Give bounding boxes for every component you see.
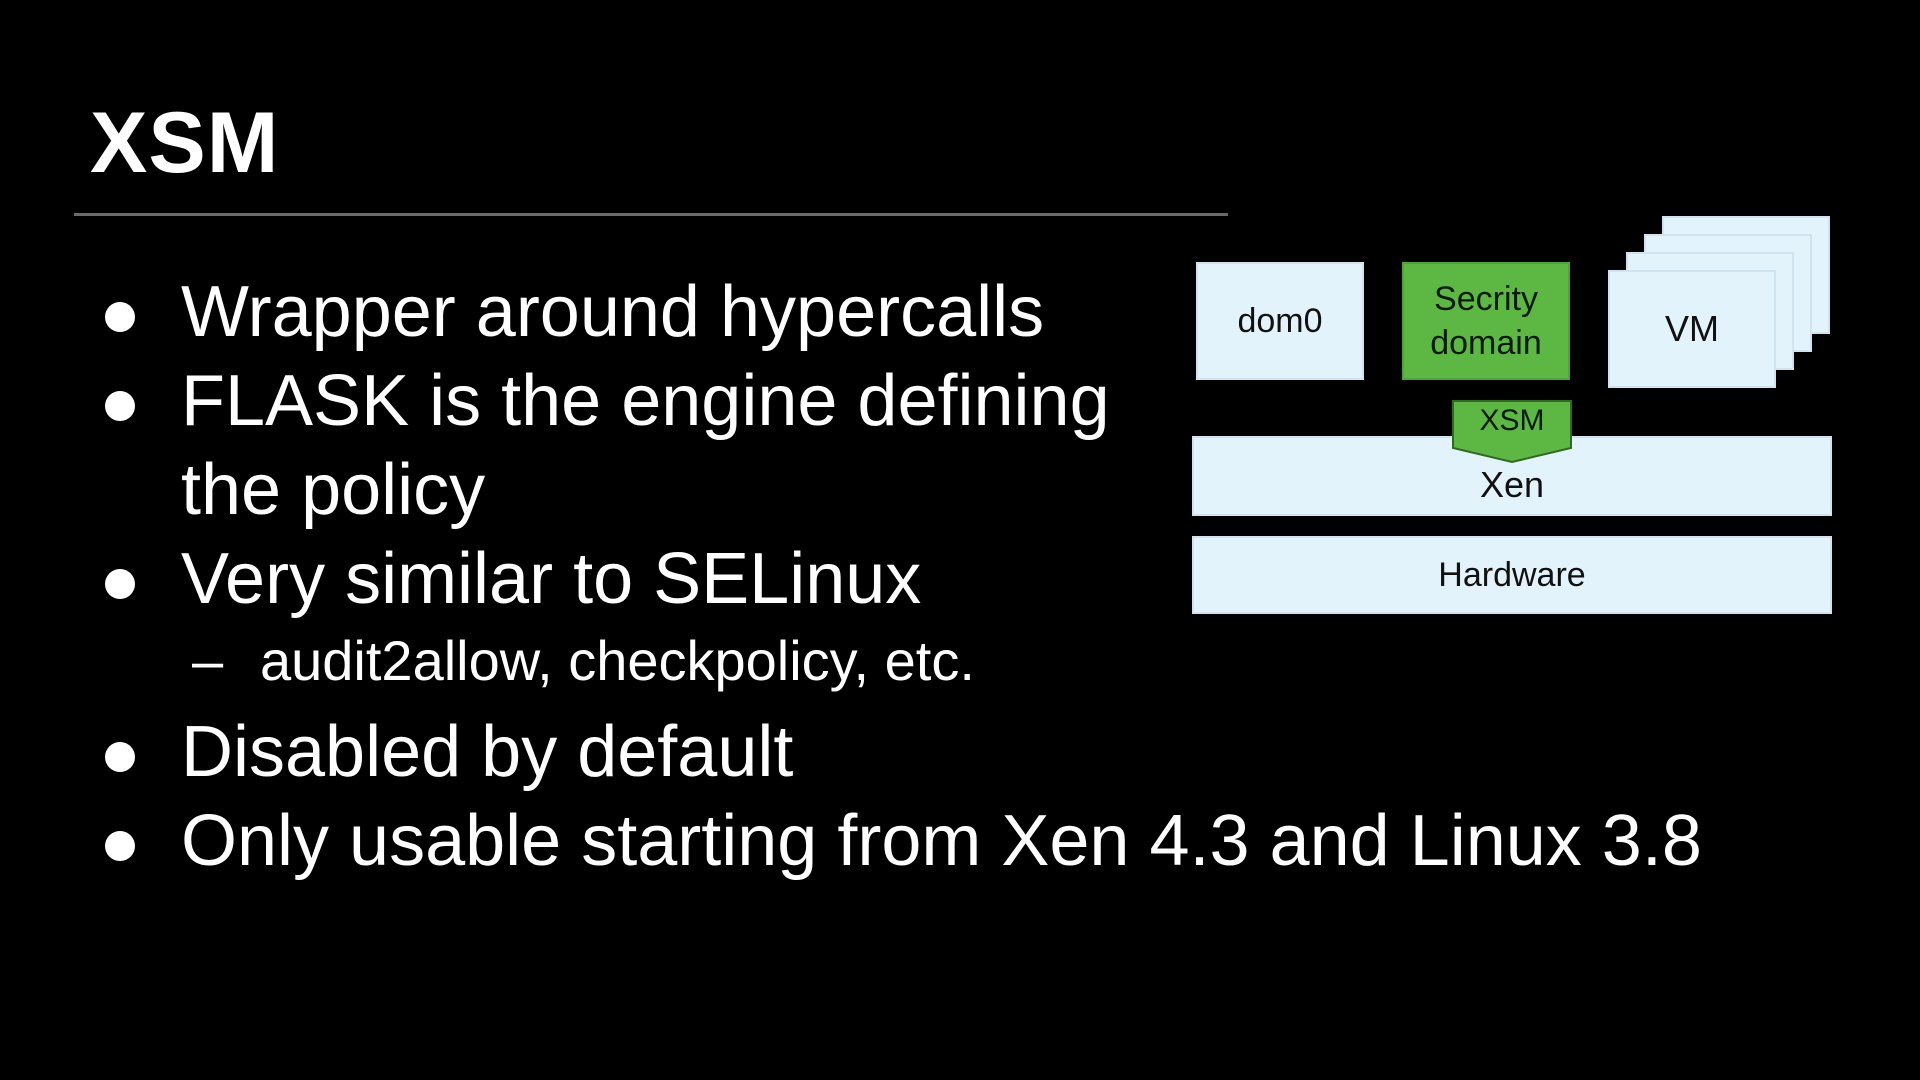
bullet-dot-icon: [105, 742, 135, 772]
bullet-dot-icon: [105, 569, 135, 599]
bullet-text: Disabled by default: [181, 712, 794, 792]
title-divider: [74, 213, 1228, 216]
security-domain-label-line1: Secrity: [1434, 280, 1538, 318]
sub-bullet-text: audit2allow, checkpolicy, etc.: [260, 629, 975, 692]
security-domain-label-line2: domain: [1430, 324, 1542, 362]
vm-label: VM: [1665, 308, 1719, 349]
bullet-text: Only usable starting from Xen 4.3 and Li…: [181, 801, 1702, 881]
xsm-label: XSM: [1479, 404, 1545, 437]
bullet-text: the policy: [181, 450, 486, 530]
security-domain-box: Secrity domain: [1402, 262, 1570, 380]
dom0-label: dom0: [1237, 301, 1323, 340]
slide: XSM Wrapper around hypercalls FLASK is t…: [0, 0, 1920, 1080]
xen-label: Xen: [1479, 464, 1545, 505]
bullet-text: Wrapper around hypercalls: [181, 272, 1045, 352]
bullet-dot-icon: [105, 831, 135, 861]
bullet-dot-icon: [105, 391, 135, 421]
hardware-label: Hardware: [1438, 555, 1586, 594]
slide-title: XSM: [90, 95, 280, 191]
bullet-text: Very similar to SELinux: [181, 539, 922, 619]
sub-bullet-dash-icon: –: [192, 629, 224, 692]
bullet-dot-icon: [105, 302, 135, 332]
xsm-arrow: XSM: [1452, 400, 1572, 464]
vm-box: VM: [1608, 270, 1776, 388]
xsm-architecture-diagram: VM dom0 Secrity domain Xen XSM Hardware: [1186, 214, 1836, 624]
bullet-text: FLASK is the engine defining: [181, 361, 1110, 441]
hardware-box: Hardware: [1192, 536, 1832, 614]
dom0-box: dom0: [1196, 262, 1364, 380]
